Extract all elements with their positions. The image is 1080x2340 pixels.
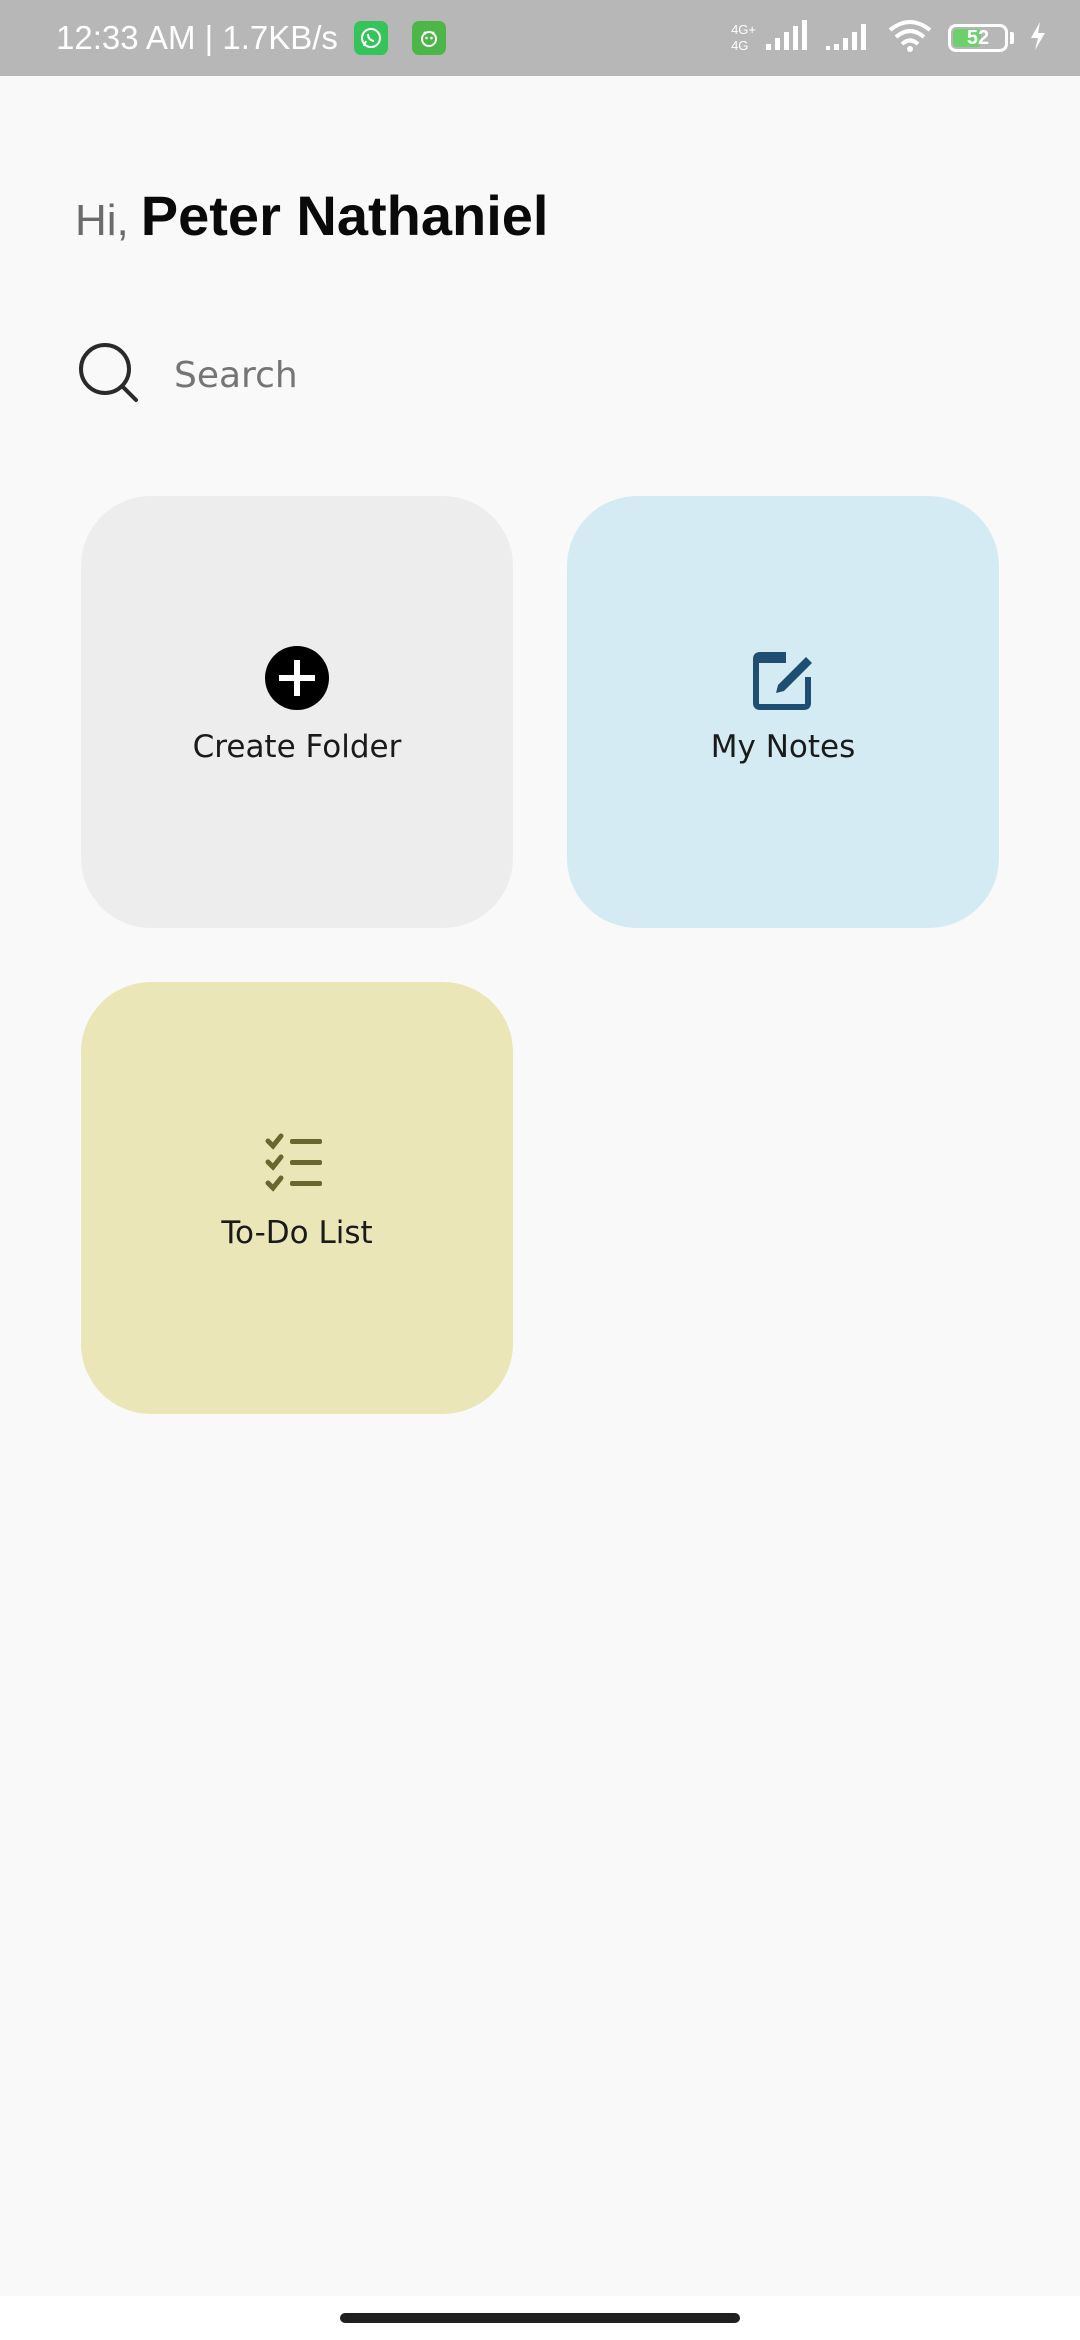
app-notification-icon [411,21,446,55]
greeting-hi: Hi, [75,196,129,245]
battery-icon: 52 [948,24,1008,52]
signal-icon [764,20,808,56]
todo-list-label: To-Do List [221,1215,373,1251]
charging-icon [1028,21,1048,55]
create-folder-tile[interactable]: Create Folder [81,496,513,928]
my-notes-label: My Notes [710,729,856,765]
create-folder-label: Create Folder [192,729,402,765]
greeting: Hi, Peter Nathaniel [75,183,548,248]
battery-indicator: 52 [948,24,1014,52]
network-sub: 4G [731,38,749,53]
todo-list-tile[interactable]: To-Do List [81,982,513,1414]
status-left: 12:33 AM | 1.7KB/s [56,0,446,76]
edit-note-icon [750,645,816,711]
add-circle-icon [264,645,330,711]
home-indicator[interactable] [340,2313,740,2323]
my-notes-tile[interactable]: My Notes [567,496,999,928]
whatsapp-icon [353,21,388,55]
network-type: 4G+ [731,22,756,37]
status-time: 12:33 AM | 1.7KB/s [56,19,338,56]
battery-level: 52 [966,26,990,49]
status-bar: 12:33 AM | 1.7KB/s 4G+ 4G 52 [0,0,1080,76]
search-input[interactable] [174,354,674,396]
network-type-label: 4G+ 4G [731,22,756,54]
signal-icon-2 [822,20,872,56]
wifi-icon [886,18,934,58]
user-name: Peter Nathaniel [140,184,549,247]
search-bar[interactable] [78,342,674,408]
search-icon[interactable] [78,342,140,408]
battery-cap [1010,32,1014,44]
status-right: 4G+ 4G 52 [731,0,1048,76]
checklist-icon [264,1131,330,1197]
